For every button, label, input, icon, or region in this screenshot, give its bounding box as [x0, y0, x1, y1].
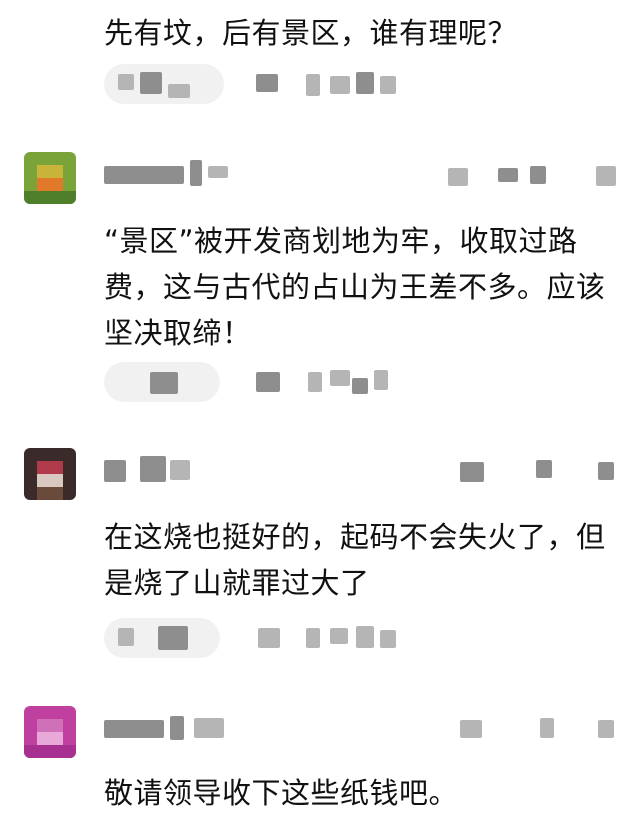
more-icon[interactable]: [380, 630, 396, 648]
reply-count: [140, 72, 162, 94]
comment-2-text: “景区”被开发商划地为牢，收取过路费，这与古代的占山为王差不多。应该坚决取缔！: [104, 224, 606, 350]
reply-icon: [150, 372, 178, 394]
user-level: [208, 166, 228, 178]
user-badge: [170, 716, 184, 740]
like-icon[interactable]: [460, 462, 484, 482]
like-icon[interactable]: [460, 720, 482, 738]
reply-icon: [118, 74, 134, 90]
comment-3-text: 在这烧也挺好的，起码不会失火了，但是烧了山就罪过大了: [104, 520, 606, 600]
comment-3-header: [0, 456, 640, 486]
timestamp: [330, 370, 350, 386]
location: [356, 626, 374, 648]
comment-2-header: [0, 160, 640, 190]
more-icon[interactable]: [596, 166, 616, 186]
like-count: [308, 372, 322, 392]
reply-label: [168, 84, 190, 98]
timestamp: [330, 76, 350, 94]
like-count: [536, 460, 552, 478]
timestamp: [330, 628, 348, 644]
more-icon[interactable]: [374, 370, 388, 390]
more-icon[interactable]: [598, 720, 614, 738]
comment-4-header: [0, 714, 640, 744]
like-icon[interactable]: [256, 372, 280, 392]
reply-icon: [118, 628, 134, 646]
location: [352, 378, 368, 394]
more-icon[interactable]: [380, 76, 396, 94]
username[interactable]: [104, 166, 184, 184]
comment-4-text: 敬请领导收下这些纸钱吧。: [104, 776, 459, 810]
location: [356, 72, 374, 94]
dislike-icon[interactable]: [530, 166, 546, 184]
user-level: [170, 460, 190, 480]
comment-2-actions: [0, 362, 640, 402]
username[interactable]: [104, 460, 126, 482]
like-count: [306, 628, 320, 648]
comment-1-actions: [0, 64, 640, 104]
more-icon[interactable]: [598, 462, 614, 480]
like-icon[interactable]: [258, 628, 280, 648]
like-count: [540, 718, 554, 738]
reply-count: [158, 626, 188, 650]
comment-feed: 先有坟，后有景区，谁有理呢？ “景区”被开发商划地为牢，收取过路费，这与古代的占…: [0, 0, 640, 818]
like-icon[interactable]: [256, 74, 278, 92]
user-level: [194, 718, 224, 738]
like-icon[interactable]: [448, 168, 468, 186]
comment-1-text: 先有坟，后有景区，谁有理呢？: [104, 16, 518, 50]
like-count: [498, 168, 518, 182]
user-badge: [190, 160, 202, 186]
username[interactable]: [104, 720, 164, 738]
user-badge: [140, 456, 166, 482]
like-count: [306, 74, 320, 96]
comment-3-actions: [0, 618, 640, 658]
